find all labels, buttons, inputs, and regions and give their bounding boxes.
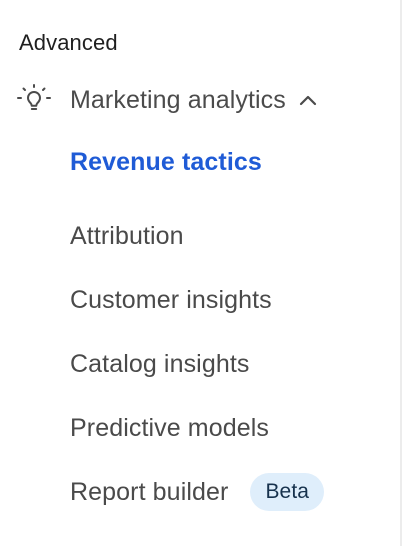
- nav-item-revenue-tactics[interactable]: Revenue tactics: [70, 140, 324, 184]
- marketing-analytics-label: Marketing analytics: [70, 85, 286, 114]
- beta-badge: Beta: [250, 473, 325, 511]
- nav-item-label: Attribution: [70, 221, 184, 250]
- nav-item-label: Report builder: [70, 477, 229, 506]
- nav-item-label: Revenue tactics: [70, 147, 262, 176]
- marketing-analytics-submenu: Revenue tactics Attribution Customer ins…: [70, 140, 325, 524]
- marketing-analytics-group-toggle[interactable]: Marketing analytics: [14, 80, 320, 120]
- nav-item-label: Customer insights: [70, 285, 272, 314]
- nav-item-catalog-insights[interactable]: Catalog insights: [70, 332, 324, 396]
- nav-item-report-builder[interactable]: Report builder Beta: [70, 460, 325, 524]
- chevron-up-icon: [296, 88, 320, 112]
- nav-item-predictive-models[interactable]: Predictive models: [70, 396, 324, 460]
- nav-item-attribution[interactable]: Attribution: [70, 204, 324, 268]
- lightbulb-icon: [14, 80, 54, 120]
- section-heading: Advanced: [19, 30, 118, 55]
- nav-item-label: Predictive models: [70, 413, 270, 442]
- nav-item-label: Catalog insights: [70, 349, 250, 378]
- nav-item-customer-insights[interactable]: Customer insights: [70, 268, 324, 332]
